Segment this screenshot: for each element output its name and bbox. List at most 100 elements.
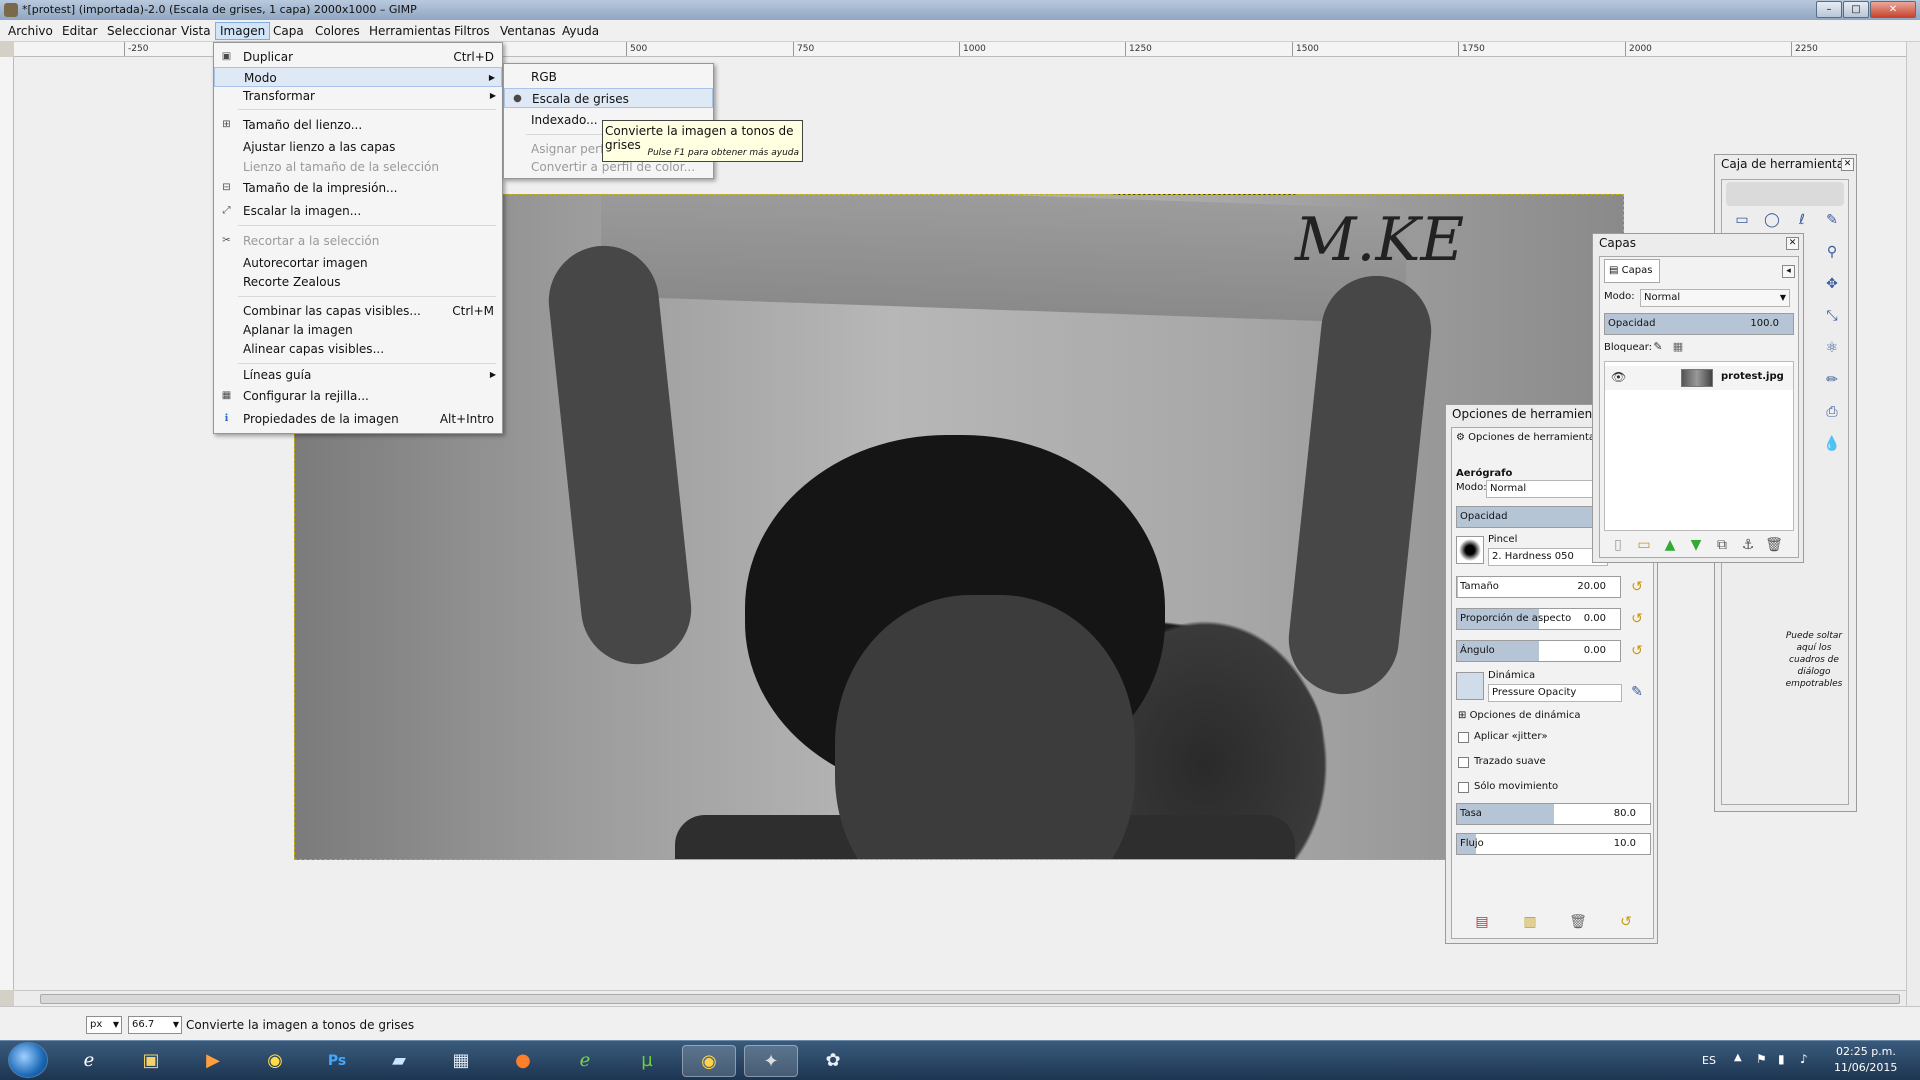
gimp-icon[interactable]: ✦ [744, 1045, 798, 1077]
ruler-vertical[interactable] [0, 57, 14, 990]
editor-icon[interactable]: ℯ [558, 1045, 612, 1077]
menu-item-duplicar[interactable]: ▣ Duplicar Ctrl+D [214, 47, 502, 67]
flow-slider[interactable]: Flujo 10.0 [1456, 833, 1651, 855]
restore-options-icon[interactable]: ▥ [1520, 912, 1540, 932]
fuzzy-select-icon[interactable]: ✎ [1822, 210, 1842, 230]
dynamics-options-expander[interactable]: ⊞ Opciones de dinámica [1458, 710, 1580, 721]
layers-tab-menu-icon[interactable]: ◂ [1782, 265, 1795, 278]
menu-item-transformar[interactable]: Transformar ▶ [214, 86, 502, 106]
menu-filtros[interactable]: Filtros [450, 23, 494, 39]
minimize-button[interactable]: – [1816, 1, 1842, 18]
menu-item-recorte-zealous[interactable]: Recorte Zealous [214, 272, 502, 292]
maximize-button[interactable]: □ [1843, 1, 1869, 18]
anchor-icon[interactable]: ⚓ [1738, 535, 1758, 555]
scale-tool-icon[interactable]: ⤡ [1822, 306, 1842, 326]
duplicate-layer-icon[interactable]: ⧉ [1712, 535, 1732, 555]
menu-item-ajustar-lienzo[interactable]: Ajustar lienzo a las capas [214, 137, 502, 157]
aspect-slider[interactable]: Proporción de aspecto 0.00 [1456, 608, 1621, 630]
menu-item-modo[interactable]: Modo ▶ [214, 67, 502, 87]
delete-layer-icon[interactable]: 🗑 [1764, 535, 1784, 555]
brush-field[interactable]: 2. Hardness 050 [1488, 548, 1608, 566]
edit-dynamics-icon[interactable]: ✎ [1627, 682, 1647, 702]
menu-item-tamano-lienzo[interactable]: ⊞ Tamaño del lienzo... [214, 115, 502, 135]
clone-icon[interactable]: ⎙ [1822, 402, 1842, 422]
delete-options-icon[interactable]: 🗑 [1568, 912, 1588, 932]
paint-icon[interactable]: ✿ [806, 1045, 860, 1077]
blur-icon[interactable]: 💧 [1822, 434, 1842, 454]
clock-date[interactable]: 11/06/2015 [1834, 1061, 1897, 1074]
smooth-checkbox[interactable] [1458, 757, 1469, 768]
lock-pixels-icon[interactable]: ✎ [1648, 337, 1668, 357]
layers-close-icon[interactable]: ✕ [1786, 237, 1799, 250]
lower-layer-icon[interactable]: ▼ [1686, 535, 1706, 555]
rect-select-icon[interactable]: ▭ [1732, 210, 1752, 230]
menu-vista[interactable]: Vista [177, 23, 215, 39]
menu-item-combinar[interactable]: Combinar las capas visibles... Ctrl+M [214, 301, 502, 321]
chrome-canary-icon[interactable]: ◉ [682, 1045, 736, 1077]
unit-select[interactable]: px ▼ [86, 1016, 122, 1034]
pencil-icon[interactable]: ✏ [1822, 370, 1842, 390]
new-layer-icon[interactable]: ▯ [1608, 535, 1628, 555]
lock-alpha-icon[interactable]: ▦ [1668, 337, 1688, 357]
clock-time[interactable]: 02:25 p.m. [1836, 1045, 1896, 1058]
menu-item-propiedades[interactable]: ℹ Propiedades de la imagen Alt+Intro [214, 409, 502, 429]
save-options-icon[interactable]: ▤ [1472, 912, 1492, 932]
menu-item-aplanar[interactable]: Aplanar la imagen [214, 320, 502, 340]
ellipse-select-icon[interactable]: ◯ [1762, 210, 1782, 230]
menu-ayuda[interactable]: Ayuda [558, 23, 603, 39]
reset-aspect-icon[interactable]: ↺ [1627, 609, 1647, 629]
media-player-icon[interactable]: ▶ [186, 1045, 240, 1077]
menu-seleccionar[interactable]: Seleccionar [103, 23, 180, 39]
dynamics-field[interactable]: Pressure Opacity [1488, 684, 1622, 702]
incremental-checkbox[interactable] [1458, 782, 1469, 793]
flag-icon[interactable]: ⚑ [1756, 1052, 1767, 1066]
layers-tab[interactable]: ▤ Capas [1604, 259, 1660, 283]
chrome-icon[interactable]: ◉ [248, 1045, 302, 1077]
jitter-checkbox[interactable] [1458, 732, 1469, 743]
rate-slider[interactable]: Tasa 80.0 [1456, 803, 1651, 825]
paths-icon[interactable]: ⚲ [1822, 242, 1842, 262]
eye-icon[interactable]: 👁 [1611, 370, 1626, 384]
new-group-icon[interactable]: ▭ [1634, 535, 1654, 555]
menu-herramientas[interactable]: Herramientas [365, 23, 455, 39]
tray-expand-icon[interactable]: ▲ [1734, 1052, 1742, 1063]
menu-item-tamano-impresion[interactable]: ⊟ Tamaño de la impresión... [214, 178, 502, 198]
menu-editar[interactable]: Editar [58, 23, 102, 39]
menu-item-lineas-guia[interactable]: Líneas guía ▶ [214, 365, 502, 385]
dynamics-icon[interactable] [1456, 672, 1484, 700]
menu-item-autorecortar[interactable]: Autorecortar imagen [214, 253, 502, 273]
photoshop-icon[interactable]: Ps [310, 1045, 364, 1077]
layers-opacity-slider[interactable]: Opacidad 100.0 [1604, 313, 1794, 335]
mode-select[interactable]: Normal [1486, 480, 1606, 498]
close-button[interactable]: ✕ [1870, 1, 1916, 18]
cage-icon[interactable]: ⚛ [1822, 338, 1842, 358]
angle-slider[interactable]: Ángulo 0.00 [1456, 640, 1621, 662]
notes-icon[interactable]: ▰ [372, 1045, 426, 1077]
language-indicator[interactable]: ES [1702, 1054, 1716, 1067]
raise-layer-icon[interactable]: ▲ [1660, 535, 1680, 555]
lasso-icon[interactable]: ℓ [1792, 210, 1812, 230]
brush-preview[interactable] [1456, 536, 1484, 564]
menu-imagen[interactable]: Imagen [215, 22, 271, 40]
ie-icon[interactable]: ℯ [62, 1045, 116, 1077]
tool-options-tab[interactable]: ⚙ Opciones de herramienta [1456, 432, 1595, 443]
layer-name[interactable]: protest.jpg [1721, 371, 1784, 382]
move-icon[interactable]: ✥ [1822, 274, 1842, 294]
menu-capa[interactable]: Capa [269, 23, 308, 39]
layers-mode-select[interactable]: Normal ▼ [1640, 289, 1790, 307]
menu-item-alinear[interactable]: Alinear capas visibles... [214, 339, 502, 359]
zoom-select[interactable]: 66.7 ▼ [128, 1016, 182, 1034]
explorer-icon[interactable]: ▣ [124, 1045, 178, 1077]
start-button[interactable] [8, 1042, 48, 1078]
volume-icon[interactable]: ♪ [1800, 1052, 1808, 1066]
submenu-item-escala-grises[interactable]: ● Escala de grises [504, 88, 713, 108]
horizontal-scrollbar[interactable] [14, 990, 1906, 1006]
reset-size-icon[interactable]: ↺ [1627, 577, 1647, 597]
submenu-item-rgb[interactable]: RGB [504, 67, 713, 87]
reset-angle-icon[interactable]: ↺ [1627, 641, 1647, 661]
firefox-icon[interactable]: ● [496, 1045, 550, 1077]
menu-archivo[interactable]: Archivo [4, 23, 57, 39]
menu-item-rejilla[interactable]: ▦ Configurar la rejilla... [214, 386, 502, 406]
menu-colores[interactable]: Colores [311, 23, 364, 39]
network-icon[interactable]: ▮ [1778, 1052, 1785, 1066]
